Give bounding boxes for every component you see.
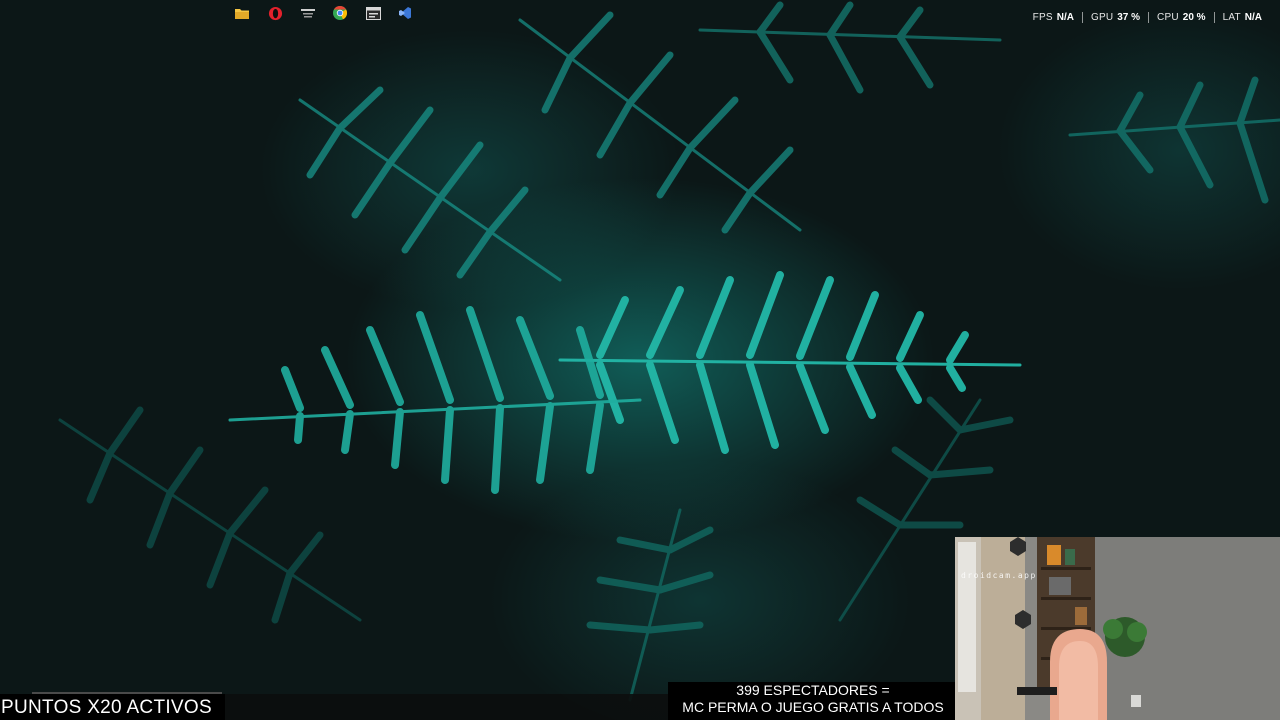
opera-icon[interactable] — [266, 4, 284, 22]
latency-label: LAT — [1222, 12, 1241, 23]
cpu-stat: CPU 20 % — [1148, 12, 1214, 23]
webcam-scene — [955, 537, 1280, 720]
webcam-feed: droidcam.app — [955, 537, 1280, 720]
latency-stat: LAT N/A — [1213, 12, 1270, 23]
chrome-icon[interactable] — [331, 4, 349, 22]
window-app-icon[interactable] — [364, 4, 382, 22]
cpu-value: 20 % — [1182, 12, 1206, 23]
cpu-label: CPU — [1157, 12, 1179, 23]
fps-label: FPS — [1032, 12, 1053, 23]
viewer-reward-text: MC PERMA O JUEGO GRATIS A TODOS — [682, 699, 944, 715]
gpu-stat: GPU 37 % — [1081, 12, 1148, 23]
points-promo-label: PUNTOS X20 ACTIVOS — [0, 694, 225, 720]
viewer-goal-box: 399 ESPECTADORES = MC PERMA O JUEGO GRAT… — [668, 682, 958, 720]
app-icon[interactable] — [299, 4, 317, 22]
viewer-count-text: 399 ESPECTADORES = — [736, 682, 890, 698]
visual-studio-icon[interactable] — [396, 4, 414, 22]
desktop: FPS N/A GPU 37 % CPU 20 % LAT N/A PUNTOS… — [0, 0, 1280, 720]
fps-stat: FPS N/A — [1025, 12, 1082, 23]
fps-value: N/A — [1056, 12, 1074, 23]
gpu-value: 37 % — [1117, 12, 1141, 23]
performance-overlay: FPS N/A GPU 37 % CPU 20 % LAT N/A — [1025, 12, 1270, 23]
gpu-label: GPU — [1090, 12, 1114, 23]
file-explorer-icon[interactable] — [233, 4, 251, 22]
webcam-watermark: droidcam.app — [961, 571, 1037, 580]
latency-value: N/A — [1244, 12, 1262, 23]
